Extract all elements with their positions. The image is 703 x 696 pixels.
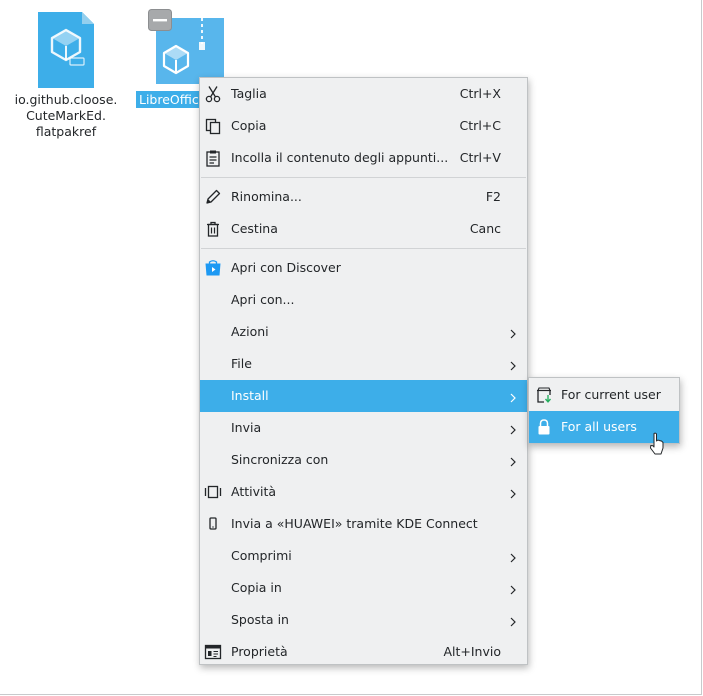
file-name-label: io.github.cloose. CuteMarkEd. flatpakref [14,92,118,139]
desktop-folder-view[interactable]: io.github.cloose. CuteMarkEd. flatpakref… [0,0,702,695]
deselect-toggle-icon[interactable] [148,9,172,31]
paste-icon [204,149,222,167]
menu-item-activities[interactable]: Attività [200,476,527,508]
chevron-right-icon [509,391,517,403]
properties-icon [204,643,222,661]
menu-item-actions[interactable]: Azioni [200,316,527,348]
menu-item-compress[interactable]: Comprimi [200,540,527,572]
menu-item-install[interactable]: Install [200,380,527,412]
menu-item-properties[interactable]: Proprietà Alt+Invio [200,636,527,668]
menu-item-sync-with[interactable]: Sincronizza con [200,444,527,476]
submenu-item-for-current-user[interactable]: For current user [529,379,679,411]
activities-icon [204,483,222,501]
flatpak-ref-file-icon [38,12,94,88]
menu-item-trash[interactable]: Cestina Canc [200,213,527,245]
context-menu: Taglia Ctrl+X Copia Ctrl+C Incolla il co… [199,77,528,665]
chevron-right-icon [509,615,517,627]
menu-item-move-to[interactable]: Sposta in [200,604,527,636]
smartphone-icon [204,515,222,533]
trash-icon [204,220,222,238]
menu-separator [201,177,526,178]
chevron-right-icon [509,423,517,435]
menu-item-rename[interactable]: Rinomina... F2 [200,181,527,213]
discover-icon [204,259,222,277]
chevron-right-icon [509,551,517,563]
mouse-pointer-icon [649,432,665,456]
install-user-icon [535,386,553,404]
menu-item-copy-to[interactable]: Copia in [200,572,527,604]
chevron-right-icon [509,583,517,595]
menu-item-open-with-discover[interactable]: Apri con Discover [200,252,527,284]
menu-item-cut[interactable]: Taglia Ctrl+X [200,78,527,110]
menu-item-open-with[interactable]: Apri con... [200,284,527,316]
scissors-icon [204,85,222,103]
copy-icon [204,117,222,135]
pencil-icon [204,188,222,206]
chevron-right-icon [509,487,517,499]
menu-item-send[interactable]: Invia [200,412,527,444]
menu-separator [201,248,526,249]
menu-item-send-kde-connect[interactable]: Invia a «HUAWEI» tramite KDE Connect [200,508,527,540]
chevron-right-icon [509,455,517,467]
lock-icon [535,418,553,436]
menu-item-file[interactable]: File [200,348,527,380]
chevron-right-icon [509,327,517,339]
desktop-file-flatpakref[interactable]: io.github.cloose. CuteMarkEd. flatpakref [14,10,118,140]
menu-item-paste[interactable]: Incolla il contenuto degli appunti... Ct… [200,142,527,174]
chevron-right-icon [509,359,517,371]
menu-item-copy[interactable]: Copia Ctrl+C [200,110,527,142]
